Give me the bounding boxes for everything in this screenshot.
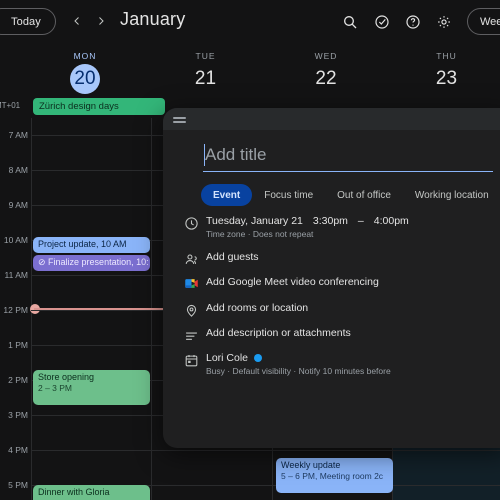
calendar-color-dot <box>254 354 263 362</box>
event-subtitle: 2 – 3 PM <box>38 383 73 393</box>
day-column-header-tue[interactable]: TUE 21 <box>152 44 260 96</box>
event-start-time[interactable]: 3:30pm <box>313 215 348 227</box>
event-type-tabs: Event Focus time Out of office Working loca… <box>201 184 500 206</box>
top-app-bar: Today January Wee <box>0 0 500 44</box>
hour-label: 8 AM <box>8 165 28 175</box>
meet-row[interactable]: Add Google Meet video conferencing <box>176 276 500 290</box>
event-title: Dinner with Gloria <box>38 487 110 497</box>
hour-label: 3 PM <box>8 410 28 420</box>
clock-icon <box>176 215 206 231</box>
timezone-label: MT+01 <box>0 101 21 110</box>
row-primary-label: Add rooms or location <box>206 302 309 314</box>
day-of-week-label: MON <box>73 51 97 61</box>
event-dinner-with-gloria[interactable]: Dinner with Gloria <box>33 485 150 500</box>
tab-focus-time[interactable]: Focus time <box>252 184 325 206</box>
event-end-time[interactable]: 4:00pm <box>374 215 409 227</box>
row-primary-label: Lori Cole <box>206 352 249 364</box>
row-primary-label: Add description or attachments <box>206 327 351 339</box>
chevron-right-icon[interactable] <box>91 11 111 31</box>
view-switcher-button[interactable]: Week <box>467 8 500 35</box>
event-title: ⊘ Finalize presentation, 10: <box>38 257 149 267</box>
view-switcher-label: Week <box>480 15 500 28</box>
check-circle-icon[interactable] <box>371 11 393 33</box>
datetime-row[interactable]: Tuesday, January 21 3:30pm –4:00pm Time zon… <box>176 215 500 239</box>
today-button[interactable]: Today <box>0 8 56 35</box>
calendar-icon <box>176 352 206 368</box>
guests-row[interactable]: Add guests <box>176 251 500 267</box>
hour-label: 10 AM <box>3 235 28 245</box>
day-number-label[interactable]: 21 <box>191 64 221 94</box>
description-icon <box>176 327 206 343</box>
description-row[interactable]: Add description or attachments <box>176 327 500 343</box>
row-primary-label: Add Google Meet video conferencing <box>206 276 379 288</box>
hour-label: 11 AM <box>4 270 28 280</box>
help-circle-icon[interactable] <box>402 11 424 33</box>
people-icon <box>176 251 206 267</box>
tab-event[interactable]: Event <box>201 184 253 206</box>
day-number-label[interactable]: 23 <box>432 64 462 94</box>
event-project-update[interactable]: Project update, 10 AM <box>33 237 150 253</box>
tab-out-of-office[interactable]: Out of office <box>325 184 403 206</box>
text-caret <box>204 144 205 166</box>
chevron-left-icon[interactable] <box>67 11 87 31</box>
day-of-week-label: WED <box>314 51 338 61</box>
event-title: Store opening <box>38 372 95 382</box>
today-button-label: Today <box>11 15 41 28</box>
day-of-week-label: THU <box>436 51 457 61</box>
google-meet-icon <box>176 276 206 290</box>
row-primary-label: Add guests <box>206 251 259 263</box>
calendar-owner-row[interactable]: Lori Cole Busy · Default visibility · Not… <box>176 352 500 376</box>
all-day-event-zurich-design-days[interactable]: Zürich design days <box>33 98 165 115</box>
hour-label: 12 PM <box>3 305 28 315</box>
event-finalize-presentation[interactable]: ⊘ Finalize presentation, 10: <box>33 255 150 271</box>
event-store-opening[interactable]: Store opening 2 – 3 PM <box>33 370 150 405</box>
gear-icon[interactable] <box>433 11 455 33</box>
hour-label: 2 PM <box>8 375 28 385</box>
event-title: Weekly update <box>281 460 341 470</box>
search-icon[interactable] <box>339 11 361 33</box>
day-column-header-thu[interactable]: THU 23 <box>393 44 500 96</box>
calendar-app: Today January Wee MON 20 TUE 21 WED 22 T… <box>0 0 500 500</box>
location-pin-icon <box>176 302 206 318</box>
hour-label: 9 AM <box>8 200 28 210</box>
event-title-input[interactable] <box>203 142 493 172</box>
hour-label: 4 PM <box>8 445 28 455</box>
day-column-header-mon[interactable]: MON 20 <box>31 44 139 96</box>
hour-label: 1 PM <box>8 340 28 350</box>
event-weekly-update[interactable]: Weekly update 5 – 6 PM, Meeting room 2c <box>276 458 393 493</box>
hour-label: 7 AM <box>8 130 28 140</box>
tab-working-location[interactable]: Working location <box>403 184 500 206</box>
location-row[interactable]: Add rooms or location <box>176 302 500 318</box>
page-title: January <box>120 9 186 29</box>
day-column-header-wed[interactable]: WED 22 <box>272 44 380 96</box>
event-title: Project update, 10 AM <box>38 239 127 249</box>
timezone-repeat-label[interactable]: Time zone · Does not repeat <box>206 229 409 239</box>
row-secondary-label[interactable]: Busy · Default visibility · Notify 10 mi… <box>206 366 391 376</box>
drag-handle-icon[interactable] <box>173 117 186 123</box>
create-event-dialog: EventFocus timeOut of officeWorking loca… <box>163 108 500 448</box>
day-number-label[interactable]: 20 <box>70 64 100 94</box>
day-number-label[interactable]: 22 <box>311 64 341 94</box>
hour-gridline <box>31 450 500 451</box>
event-date[interactable]: Tuesday, January 21 <box>206 215 303 227</box>
event-subtitle: 5 – 6 PM, Meeting room 2c <box>281 471 384 481</box>
time-range-dash: – <box>357 215 364 227</box>
dialog-header[interactable] <box>163 108 500 130</box>
hour-label: 5 PM <box>8 480 28 490</box>
day-header-row: MON 20 TUE 21 WED 22 THU 23 <box>0 44 500 96</box>
day-of-week-label: TUE <box>195 51 216 61</box>
